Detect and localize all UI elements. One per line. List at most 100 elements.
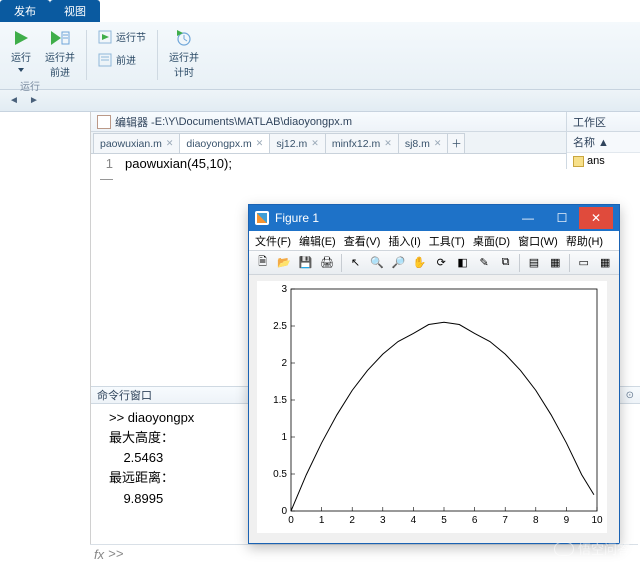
open-icon[interactable]: 📂: [274, 253, 293, 273]
ribbon-tabs: 发布 视图: [0, 0, 640, 22]
plot-axes[interactable]: 01234567891000.511.522.53: [257, 281, 607, 533]
svg-text:7: 7: [502, 515, 508, 526]
code-line: paowuxian(45,10);: [117, 154, 232, 386]
menu-tools[interactable]: 工具(T): [429, 233, 465, 249]
editor-file-path: E:\Y\Documents\MATLAB\diaoyongpx.m: [155, 116, 352, 128]
file-tab-label: diaoyongpx.m: [186, 138, 251, 150]
file-tab-diaoyongpx[interactable]: diaoyongpx.m ✕: [179, 133, 270, 153]
file-tab-sj12[interactable]: sj12.m ✕: [269, 133, 325, 153]
menu-desktop[interactable]: 桌面(D): [473, 233, 510, 249]
save-icon[interactable]: 💾: [296, 253, 315, 273]
ribbon-group-label: 运行: [20, 78, 40, 93]
file-tab-paowuxian[interactable]: paowuxian.m ✕: [93, 133, 180, 153]
variable-name: ans: [587, 155, 605, 167]
new-tab-button[interactable]: ＋: [447, 133, 465, 153]
file-tab-minfx12[interactable]: minfx12.m ✕: [325, 133, 399, 153]
minimize-button[interactable]: —: [511, 207, 545, 229]
svg-text:0: 0: [288, 515, 294, 526]
ribbon-toolbar: 运行 运行并 前进 运行节 前进 运行并 计时: [0, 22, 640, 90]
editor-icon: [97, 115, 111, 129]
menu-edit[interactable]: 编辑(E): [299, 233, 336, 249]
file-tab-label: minfx12.m: [332, 138, 380, 150]
brush-icon[interactable]: ✎: [474, 253, 493, 273]
separator: [341, 254, 342, 272]
left-gutter: [0, 112, 90, 564]
matlab-icon: [255, 211, 269, 225]
run-advance-button[interactable]: 运行并 前进: [40, 26, 80, 82]
workspace-panel: 工作区 名称 ▲ ans: [566, 112, 640, 169]
run-time-label: 运行并 计时: [169, 49, 199, 79]
svg-text:6: 6: [472, 515, 478, 526]
figure-window[interactable]: Figure 1 — ☐ ✕ 文件(F) 编辑(E) 查看(V) 插入(I) 工…: [248, 204, 620, 544]
menu-view[interactable]: 查看(V): [344, 233, 381, 249]
svg-text:9: 9: [564, 515, 570, 526]
separator: [157, 30, 158, 80]
forward-icon[interactable]: ►: [26, 93, 42, 109]
svg-text:10: 10: [591, 515, 603, 526]
axes-icon[interactable]: ▭: [574, 253, 593, 273]
run-button-label: 运行: [11, 49, 31, 64]
menu-help[interactable]: 帮助(H): [566, 233, 603, 249]
legend-icon[interactable]: ▦: [546, 253, 565, 273]
dropdown-icon: [18, 68, 24, 72]
plot-svg: 01234567891000.511.522.53: [257, 281, 607, 533]
svg-text:2.5: 2.5: [273, 321, 287, 332]
figure-title-bar[interactable]: Figure 1 — ☐ ✕: [249, 205, 619, 231]
svg-text:0.5: 0.5: [273, 469, 287, 480]
watermark: 悟空问答: [554, 539, 630, 558]
workspace-variable[interactable]: ans: [567, 153, 640, 169]
separator: [569, 254, 570, 272]
svg-text:1: 1: [281, 432, 287, 443]
ribbon-tab-publish[interactable]: 发布: [0, 0, 50, 22]
colorbar-icon[interactable]: ▤: [524, 253, 543, 273]
close-icon[interactable]: ✕: [166, 138, 174, 149]
close-icon[interactable]: ✕: [256, 138, 264, 149]
pane-dock-icon[interactable]: ⊙: [626, 390, 634, 401]
print-icon[interactable]: 🖨: [317, 253, 336, 273]
close-button[interactable]: ✕: [579, 207, 613, 229]
svg-text:2: 2: [349, 515, 355, 526]
close-icon[interactable]: ✕: [311, 138, 319, 149]
close-icon[interactable]: ✕: [434, 138, 442, 149]
zoom-out-icon[interactable]: 🔎: [389, 253, 408, 273]
svg-text:3: 3: [380, 515, 386, 526]
close-icon[interactable]: ✕: [384, 138, 392, 149]
run-section-button[interactable]: 运行节: [93, 26, 151, 47]
menu-file[interactable]: 文件(F): [255, 233, 291, 249]
datatip-icon[interactable]: ◧: [453, 253, 472, 273]
menu-window[interactable]: 窗口(W): [518, 233, 558, 249]
ribbon-tab-view[interactable]: 视图: [50, 0, 100, 22]
pan-icon[interactable]: ✋: [410, 253, 429, 273]
menu-insert[interactable]: 插入(I): [388, 233, 420, 249]
quick-access-bar: ◄ ►: [0, 90, 640, 112]
grid-icon[interactable]: ▦: [595, 253, 614, 273]
pointer-icon[interactable]: ↖: [346, 253, 365, 273]
svg-text:5: 5: [441, 515, 447, 526]
svg-text:0: 0: [281, 506, 287, 517]
svg-text:4: 4: [411, 515, 417, 526]
link-icon[interactable]: ⧉: [496, 253, 515, 273]
svg-text:1.5: 1.5: [273, 395, 287, 406]
prompt: >>: [108, 547, 124, 562]
run-advance-label: 运行并 前进: [45, 49, 75, 79]
run-button[interactable]: 运行: [6, 26, 36, 75]
rotate-icon[interactable]: ⟳: [431, 253, 450, 273]
advance-button[interactable]: 前进: [93, 49, 151, 70]
figure-title: Figure 1: [275, 211, 319, 225]
file-tab-label: sj12.m: [276, 138, 307, 150]
file-tab-sj8[interactable]: sj8.m ✕: [398, 133, 449, 153]
advance-label: 前进: [116, 52, 136, 67]
run-time-button[interactable]: 运行并 计时: [164, 26, 204, 82]
editor-title-bar: 编辑器 - E:\Y\Documents\MATLAB\diaoyongpx.m…: [91, 112, 640, 132]
back-icon[interactable]: ◄: [6, 93, 22, 109]
file-tab-label: paowuxian.m: [100, 138, 162, 150]
separator: [519, 254, 520, 272]
variable-icon: [573, 156, 584, 167]
new-icon[interactable]: 🗎: [253, 253, 272, 273]
figure-toolbar: 🗎 📂 💾 🖨 ↖ 🔍 🔎 ✋ ⟳ ◧ ✎ ⧉ ▤ ▦ ▭ ▦: [249, 251, 619, 275]
maximize-button[interactable]: ☐: [545, 207, 579, 229]
zoom-in-icon[interactable]: 🔍: [367, 253, 386, 273]
file-tab-label: sj8.m: [405, 138, 430, 150]
workspace-column-header[interactable]: 名称 ▲: [567, 132, 640, 153]
watermark-icon: [554, 542, 574, 556]
